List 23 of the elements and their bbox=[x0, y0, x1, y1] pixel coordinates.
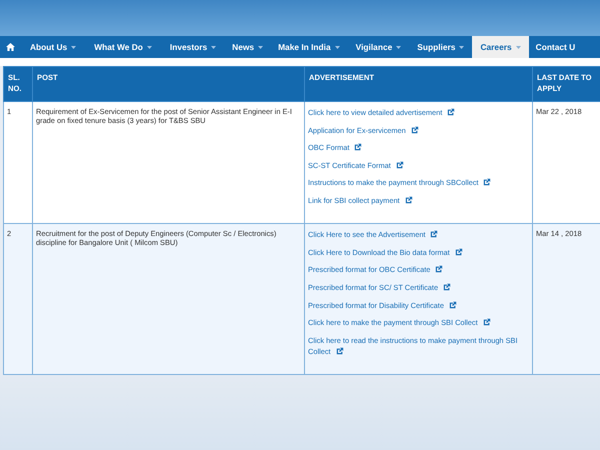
external-link-icon bbox=[435, 265, 444, 274]
external-link-icon bbox=[410, 126, 419, 134]
external-link-icon bbox=[483, 178, 492, 186]
nav-item[interactable]: Investors bbox=[160, 36, 226, 58]
nav-item[interactable]: Contact U bbox=[528, 36, 582, 58]
nav-item[interactable]: Careers bbox=[472, 36, 529, 58]
external-link-icon bbox=[396, 160, 404, 169]
nav-item[interactable]: About Us bbox=[21, 36, 86, 58]
nav-item[interactable]: What We Do bbox=[85, 36, 161, 58]
external-link-icon bbox=[447, 108, 456, 116]
nav-item[interactable]: Suppliers bbox=[409, 36, 472, 58]
external-link-icon bbox=[404, 196, 413, 204]
external-link-icon bbox=[336, 346, 344, 355]
home-icon bbox=[6, 43, 15, 51]
nav-item[interactable]: Vigilance bbox=[348, 36, 410, 58]
external-link-icon bbox=[354, 143, 362, 152]
external-link-icon bbox=[454, 248, 463, 256]
nav-item[interactable]: News bbox=[225, 36, 270, 58]
nav-item[interactable]: Make In India bbox=[270, 36, 348, 58]
external-link-icon bbox=[482, 318, 491, 326]
external-link-icon bbox=[443, 282, 452, 291]
external-link-icon bbox=[430, 230, 438, 238]
external-link-icon bbox=[448, 300, 457, 309]
